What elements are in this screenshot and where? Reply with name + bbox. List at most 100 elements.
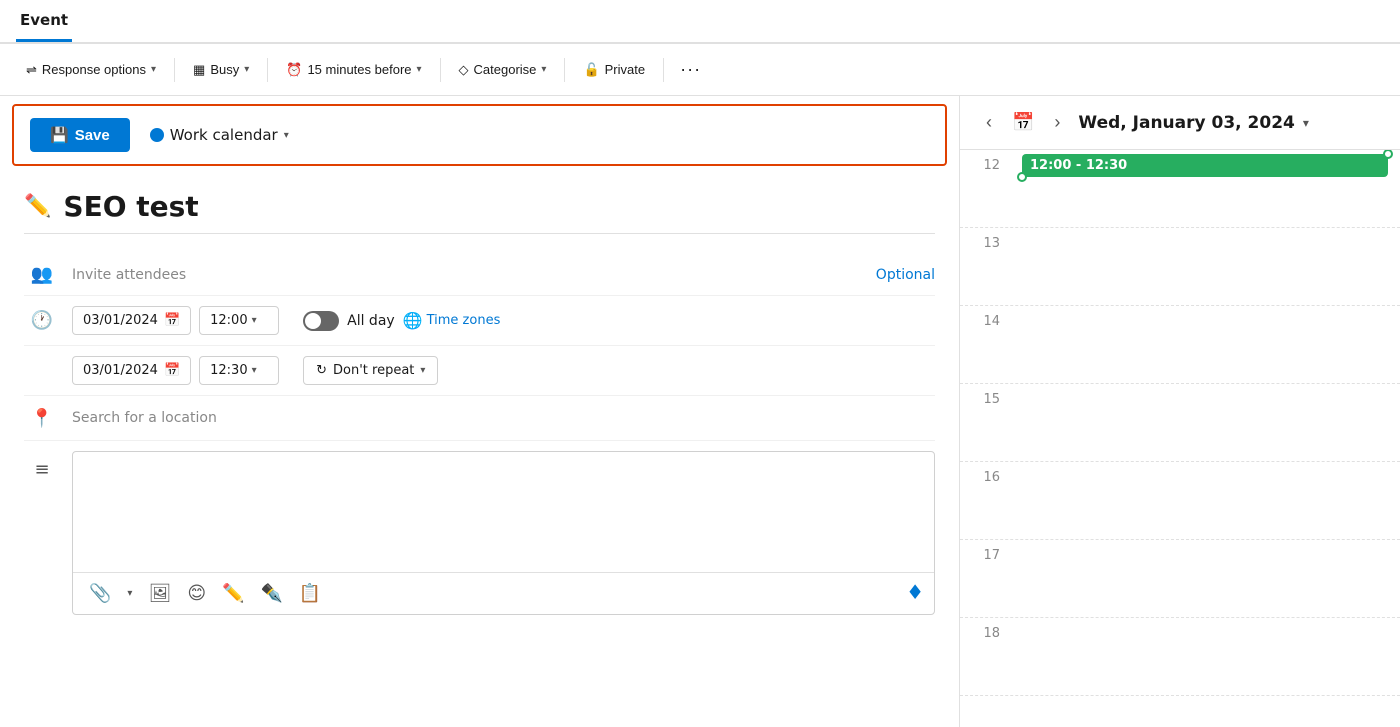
private-button[interactable]: 🔓 Private (573, 57, 655, 83)
more-options-button[interactable]: ··· (672, 55, 709, 84)
chevron-down-icon-6: ▾ (252, 315, 257, 326)
cal-hour-14: 14 (960, 306, 1400, 384)
description-toolbar: 📎 ▾ 🖼 😊 ✏️ ✒️ 📋 (73, 572, 934, 614)
save-button[interactable]: 💾 Save (30, 118, 130, 152)
chevron-down-icon-8: ▾ (420, 365, 425, 376)
event-dot-top (1383, 150, 1393, 159)
hour-content-18[interactable] (1010, 618, 1400, 626)
calendar-icon: 📅 (164, 313, 180, 328)
hour-content-17[interactable] (1010, 540, 1400, 548)
designer-icon: ♦ (906, 580, 924, 604)
attach-icon[interactable]: 📎 (85, 581, 115, 606)
calendar-today-icon[interactable]: 📅 (1006, 108, 1040, 137)
start-datetime-row: 🕐 03/01/2024 📅 12:00 ▾ (24, 296, 935, 346)
sliders-icon: ⇌ (26, 62, 37, 78)
hour-content-15[interactable] (1010, 384, 1400, 392)
calendar-date-chevron[interactable]: ▾ (1303, 116, 1309, 130)
divider-5 (663, 58, 664, 82)
form-icon[interactable]: 📋 (295, 581, 325, 606)
divider-2 (267, 58, 268, 82)
divider-4 (564, 58, 565, 82)
divider-1 (174, 58, 175, 82)
event-tab[interactable]: Event (16, 1, 72, 42)
time-zones-link[interactable]: 🌐 Time zones (403, 311, 501, 330)
end-datetime-row: 03/01/2024 📅 12:30 ▾ ↻ Don't repeat ▾ (24, 346, 935, 396)
hour-label-13: 13 (960, 228, 1010, 251)
toggle-knob (305, 313, 321, 329)
categorise-button[interactable]: ◇ Categorise ▾ (449, 57, 557, 83)
tag-icon: ◇ (459, 62, 469, 78)
hour-label-14: 14 (960, 306, 1010, 329)
cal-hour-17: 17 (960, 540, 1400, 618)
cal-hour-16: 16 (960, 462, 1400, 540)
edit-icon: ✏️ (24, 194, 51, 219)
hour-label-17: 17 (960, 540, 1010, 563)
calendar-color-dot (150, 128, 164, 142)
start-date-input[interactable]: 03/01/2024 📅 (72, 306, 191, 335)
hour-label-16: 16 (960, 462, 1010, 485)
calendar-check-icon: ▦ (193, 62, 205, 78)
busy-button[interactable]: ▦ Busy ▾ (183, 57, 259, 83)
calendar-header: ‹ 📅 › Wed, January 03, 2024 ▾ (960, 96, 1400, 150)
hour-content-14[interactable] (1010, 306, 1400, 314)
calendar-next-button[interactable]: › (1048, 108, 1066, 137)
image-icon[interactable]: 🖼 (144, 581, 175, 606)
calendar-grid: 12 12:00 - 12:30 13 14 (960, 150, 1400, 727)
save-icon: 💾 (50, 126, 69, 144)
signature-icon[interactable]: ✒️ (257, 581, 287, 606)
reminder-button[interactable]: ⏰ 15 minutes before ▾ (276, 57, 431, 83)
description-content[interactable] (73, 452, 934, 572)
chevron-down-icon-3: ▾ (417, 64, 422, 75)
calendar-selector[interactable]: Work calendar ▾ (142, 120, 297, 150)
all-day-row: All day (303, 311, 395, 331)
hour-label-18: 18 (960, 618, 1010, 641)
event-dot-bottom (1017, 172, 1027, 182)
calendar-prev-button[interactable]: ‹ (980, 108, 998, 137)
calendar-event[interactable]: 12:00 - 12:30 (1022, 154, 1388, 177)
emoji-icon[interactable]: 😊 (183, 581, 210, 606)
globe-icon: 🌐 (403, 311, 423, 330)
invite-attendees-placeholder[interactable]: Invite attendees (72, 267, 186, 283)
notes-icon: ≡ (24, 451, 60, 480)
calendar-icon-2: 📅 (164, 363, 180, 378)
attach-chevron-icon[interactable]: ▾ (123, 586, 136, 601)
location-input[interactable]: Search for a location (72, 406, 935, 430)
all-day-toggle[interactable] (303, 311, 339, 331)
clock-icon-2: 🕐 (24, 310, 60, 331)
cal-hour-13: 13 (960, 228, 1400, 306)
repeat-icon: ↻ (316, 363, 327, 378)
clock-icon: ⏰ (286, 62, 302, 78)
end-date-input[interactable]: 03/01/2024 📅 (72, 356, 191, 385)
attendees-icon: 👥 (24, 264, 60, 285)
event-title[interactable]: SEO test (63, 190, 198, 223)
chevron-down-icon-7: ▾ (252, 365, 257, 376)
invite-attendees-row: 👥 Invite attendees Optional (24, 254, 935, 296)
hour-content-12[interactable]: 12:00 - 12:30 (1010, 150, 1400, 181)
end-time-select[interactable]: 12:30 ▾ (199, 356, 279, 385)
hour-content-13[interactable] (1010, 228, 1400, 236)
start-time-select[interactable]: 12:00 ▾ (199, 306, 279, 335)
calendar-date-title: Wed, January 03, 2024 (1078, 113, 1294, 133)
cal-hour-18: 18 (960, 618, 1400, 696)
action-bar: 💾 Save Work calendar ▾ (12, 104, 947, 166)
chevron-down-icon-5: ▾ (284, 130, 289, 141)
location-icon: 📍 (24, 408, 60, 429)
repeat-button[interactable]: ↻ Don't repeat ▾ (303, 356, 438, 385)
chevron-down-icon-2: ▾ (244, 64, 249, 75)
location-row: 📍 Search for a location (24, 396, 935, 441)
lock-icon: 🔓 (583, 62, 599, 78)
description-row: ≡ ♦ 📎 ▾ 🖼 😊 ✏️ ✒️ 📋 (24, 441, 935, 625)
cal-hour-12: 12 12:00 - 12:30 (960, 150, 1400, 228)
description-box: ♦ 📎 ▾ 🖼 😊 ✏️ ✒️ 📋 (72, 451, 935, 615)
response-options-button[interactable]: ⇌ Response options ▾ (16, 57, 166, 83)
chevron-down-icon: ▾ (151, 64, 156, 75)
draw-icon[interactable]: ✏️ (218, 581, 248, 606)
hour-content-16[interactable] (1010, 462, 1400, 470)
cal-hour-15: 15 (960, 384, 1400, 462)
optional-button[interactable]: Optional (876, 267, 935, 283)
chevron-down-icon-4: ▾ (541, 64, 546, 75)
event-title-row: ✏️ SEO test (24, 190, 935, 234)
divider-3 (440, 58, 441, 82)
hour-label-15: 15 (960, 384, 1010, 407)
hour-label-12: 12 (960, 150, 1010, 173)
